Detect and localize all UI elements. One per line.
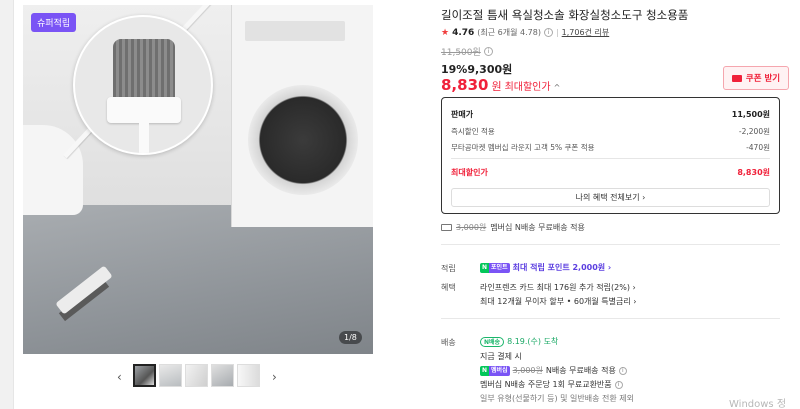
price-breakdown-box: 판매가 11,500원 즉시할인 적용 -2,200원 무타공마켓 멤버십 라운…: [441, 97, 780, 214]
rating-score: 4.76: [452, 27, 475, 38]
n-delivery-pill: N배송: [480, 336, 505, 347]
product-main-image[interactable]: [23, 5, 373, 354]
coupon-icon: [731, 74, 742, 82]
thumbnail-strip: [133, 364, 260, 387]
price-row-sale: 판매가 11,500원: [451, 110, 770, 119]
divider: [441, 318, 780, 319]
thumbnail-4[interactable]: [211, 364, 234, 387]
info-icon[interactable]: i: [614, 380, 623, 389]
brush-closeup: [73, 15, 213, 155]
price-row-max: 최대할인가 8,830원: [451, 168, 770, 177]
product-title: 길이조절 틈새 욕실청소솔 화장실청소도구 청소용품: [441, 8, 689, 22]
membership-badge: N 멤버십: [480, 365, 510, 376]
final-price[interactable]: 8,830 원 최대할인가 ^: [441, 76, 560, 94]
price-row-instant: 즉시할인 적용 -2,200원: [451, 127, 770, 136]
points-label: 적립: [441, 264, 456, 273]
divider: [451, 158, 770, 159]
super-points-badge: 슈퍼적립: [31, 13, 77, 32]
price-row-coupon: 무타공마켓 멤버십 라운지 고객 5% 쿠폰 적용 -470원: [451, 143, 770, 152]
benefit-installment-link[interactable]: 최대 12개월 무이자 할부 • 60개월 특별금리 ›: [480, 296, 636, 307]
benefits-label: 혜택: [441, 283, 456, 292]
divider: [441, 244, 780, 245]
windows-watermark: Windows 정: [729, 399, 787, 409]
image-pager: 1/8: [339, 331, 362, 344]
thumb-next-icon[interactable]: ›: [272, 370, 277, 384]
thumbnail-2[interactable]: [159, 364, 182, 387]
shipping-summary: 3,000원 멤버십 N배송 무료배송 적용: [441, 222, 585, 233]
my-benefits-button[interactable]: 나의 혜택 전체보기 ›: [451, 188, 770, 207]
delivery-exclusion: 일부 유형(선물하기 등) 및 일반배송 전환 제외: [480, 394, 634, 403]
delivery-membership: N 멤버십 3,000원 N배송 무료배송 적용 i: [480, 365, 627, 376]
points-row[interactable]: N 포인트 최대 적립 포인트 2,000원 ›: [480, 262, 611, 273]
thumbnail-3[interactable]: [185, 364, 208, 387]
delivery-label: 배송: [441, 338, 456, 347]
benefit-card-link[interactable]: 라인프렌즈 카드 최대 176원 추가 적립(2%) ›: [480, 282, 636, 293]
coupon-button[interactable]: 쿠폰 받기: [723, 66, 789, 90]
delivery-now: 지금 결제 시: [480, 352, 522, 361]
left-gutter: [0, 0, 14, 409]
info-icon[interactable]: i: [543, 28, 553, 37]
npay-point-badge: N 포인트: [480, 262, 510, 273]
delivery-exchange: 멤버십 N배송 주문당 1회 무료교환반품 i: [480, 379, 623, 390]
rating-row: ★ 4.76 (최근 6개월 4.78) i | 1,706건 리뷰: [441, 27, 610, 38]
star-icon: ★: [441, 27, 450, 38]
final-amount: 8,830: [441, 76, 489, 94]
rating-recent: (최근 6개월 4.78): [477, 28, 541, 37]
truck-icon: [441, 224, 452, 231]
thumbnail-5[interactable]: [237, 364, 260, 387]
delivery-row: N배송 8.19.(수) 도착: [480, 336, 558, 347]
price-info-icon[interactable]: i: [483, 47, 493, 56]
max-points-link[interactable]: 최대 적립 포인트 2,000원 ›: [513, 262, 612, 273]
original-price: 11,500원 i: [441, 45, 493, 58]
final-price-label: 최대할인가: [504, 82, 551, 93]
delivery-date: 8.19.(수) 도착: [507, 337, 559, 346]
chevron-up-icon[interactable]: ^: [554, 83, 561, 92]
thumb-prev-icon[interactable]: ‹: [117, 370, 122, 384]
reviews-link[interactable]: 1,706건 리뷰: [562, 27, 610, 38]
discount-price: 19%9,300원: [441, 63, 513, 76]
info-icon[interactable]: i: [618, 366, 627, 375]
thumbnail-1[interactable]: [133, 364, 156, 387]
